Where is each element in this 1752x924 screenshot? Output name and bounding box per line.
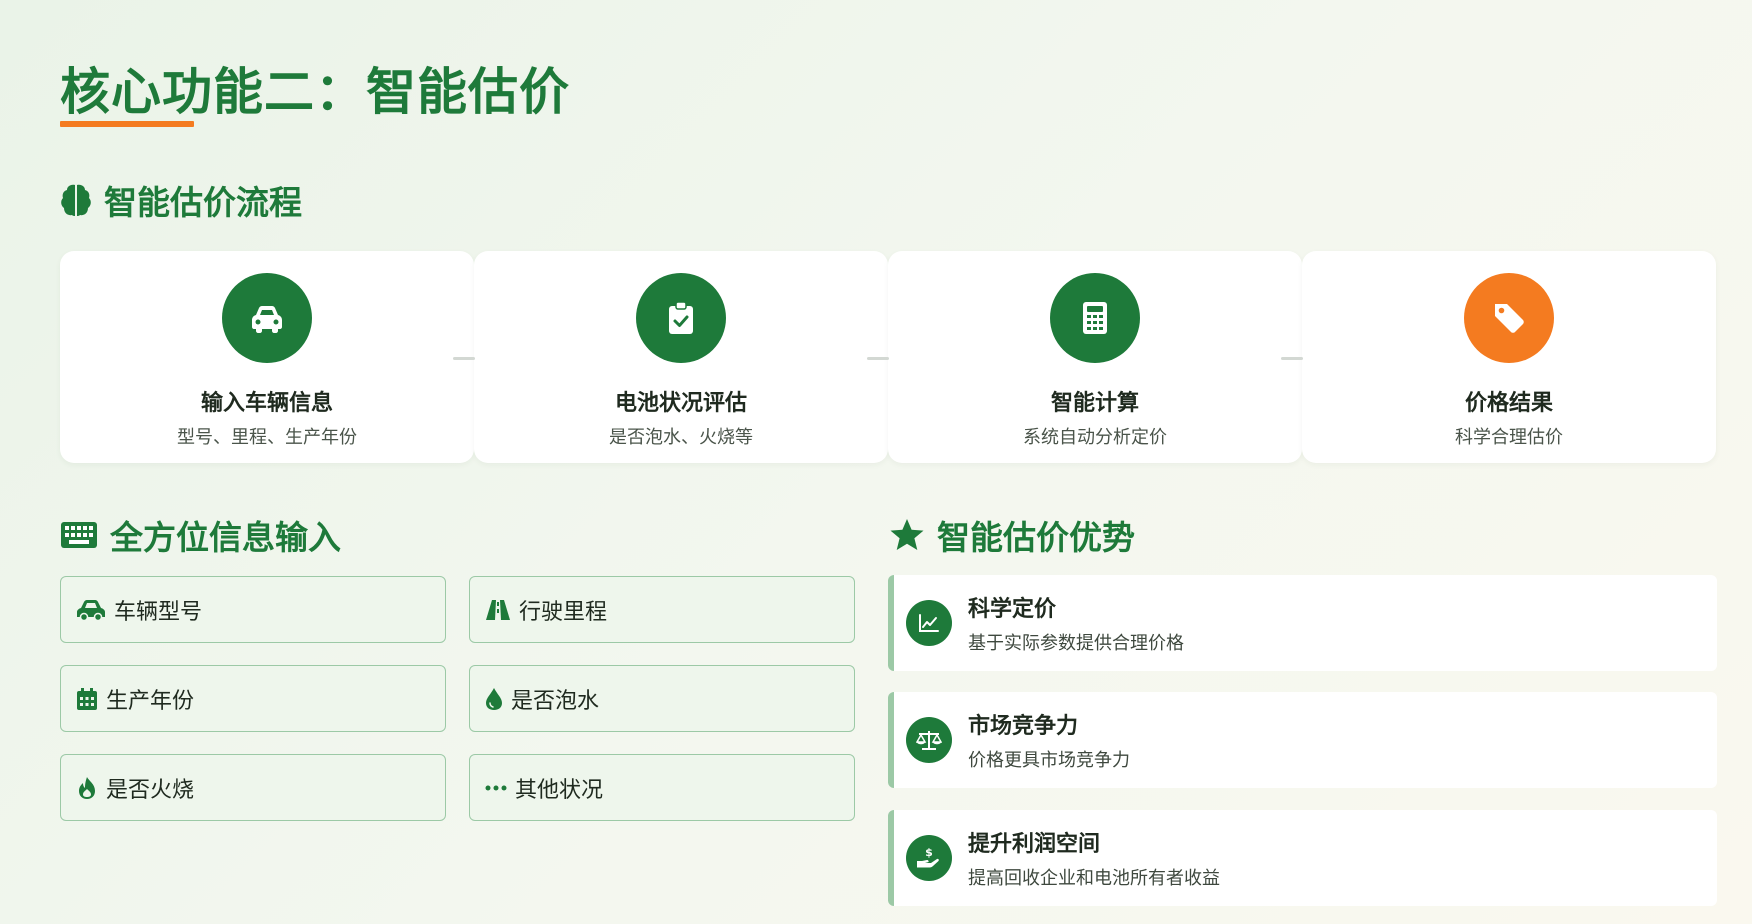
step-subtitle: 是否泡水、火烧等 <box>609 427 753 448</box>
input-item-fire-damage[interactable]: 是否火烧 <box>60 754 446 821</box>
balance-scale-icon <box>906 717 952 763</box>
flow-step: 价格结果 科学合理估价 <box>1281 251 1716 463</box>
car-icon <box>76 599 106 621</box>
input-item-label: 车辆型号 <box>114 599 203 625</box>
ellipsis-icon <box>485 776 507 800</box>
star-icon <box>889 518 925 552</box>
fire-icon <box>76 776 98 800</box>
keyboard-icon <box>60 521 98 549</box>
flow-steps: 输入车辆信息 型号、里程、生产年份 电池状况评估 是否泡水、火烧等 智能计算 系… <box>60 251 1717 463</box>
input-item-label: 行驶里程 <box>519 599 608 625</box>
advantage-description: 提高回收企业和电池所有者收益 <box>968 868 1220 889</box>
input-item-label: 是否泡水 <box>511 688 600 714</box>
calculator-icon <box>1050 273 1140 363</box>
car-icon <box>222 273 312 363</box>
svg-text:$: $ <box>925 846 933 859</box>
flow-step: 输入车辆信息 型号、里程、生产年份 <box>60 251 474 463</box>
step-title: 输入车辆信息 <box>200 391 333 416</box>
advantage-item: 市场竞争力 价格更具市场竞争力 <box>888 692 1717 788</box>
clipboard-check-icon <box>636 273 726 363</box>
brain-icon <box>60 183 92 217</box>
flow-connector <box>453 357 475 360</box>
advantage-item: $ 提升利润空间 提高回收企业和电池所有者收益 <box>888 810 1717 906</box>
inputs-heading: 全方位信息输入 <box>60 511 341 559</box>
price-tag-icon <box>1464 273 1554 363</box>
step-subtitle: 系统自动分析定价 <box>1023 427 1167 448</box>
step-title: 电池状况评估 <box>614 391 747 416</box>
page: 核心功能二：智能估价 智能估价流程 输入车辆信息 型号、里程、生产年份 电池状况… <box>60 0 1717 924</box>
flow-connector <box>1281 357 1303 360</box>
input-item-water-damage[interactable]: 是否泡水 <box>469 665 855 732</box>
advantages-heading: 智能估价优势 <box>889 511 1135 559</box>
advantage-title: 市场竞争力 <box>968 714 1079 739</box>
input-item-label: 是否火烧 <box>106 777 195 803</box>
input-item-label: 其他状况 <box>515 777 604 803</box>
advantage-item: 科学定价 基于实际参数提供合理价格 <box>888 575 1717 671</box>
input-item-vehicle-model[interactable]: 车辆型号 <box>60 576 446 643</box>
input-item-label: 生产年份 <box>106 688 195 714</box>
water-drop-icon <box>485 687 503 711</box>
inputs-heading-text: 全方位信息输入 <box>110 518 341 557</box>
flow-heading: 智能估价流程 <box>60 176 302 224</box>
road-icon <box>485 599 511 621</box>
flow-connector <box>867 357 889 360</box>
advantages-heading-text: 智能估价优势 <box>937 518 1135 557</box>
advantage-title: 提升利润空间 <box>968 832 1101 857</box>
advantage-description: 价格更具市场竞争力 <box>968 750 1130 771</box>
chart-line-icon <box>906 600 952 646</box>
advantage-title: 科学定价 <box>968 597 1057 622</box>
step-title: 智能计算 <box>1050 391 1139 416</box>
step-subtitle: 科学合理估价 <box>1455 427 1563 448</box>
input-item-other-conditions[interactable]: 其他状况 <box>469 754 855 821</box>
calendar-icon <box>76 687 98 711</box>
input-item-mileage[interactable]: 行驶里程 <box>469 576 855 643</box>
page-title: 核心功能二：智能估价 <box>60 63 570 121</box>
flow-step: 电池状况评估 是否泡水、火烧等 <box>453 251 888 463</box>
step-title: 价格结果 <box>1464 391 1553 416</box>
flow-step: 智能计算 系统自动分析定价 <box>867 251 1302 463</box>
flow-heading-text: 智能估价流程 <box>104 183 302 222</box>
advantage-description: 基于实际参数提供合理价格 <box>968 633 1184 654</box>
hand-dollar-icon: $ <box>906 835 952 881</box>
title-underline <box>60 121 194 127</box>
step-subtitle: 型号、里程、生产年份 <box>177 427 357 448</box>
input-item-production-year[interactable]: 生产年份 <box>60 665 446 732</box>
